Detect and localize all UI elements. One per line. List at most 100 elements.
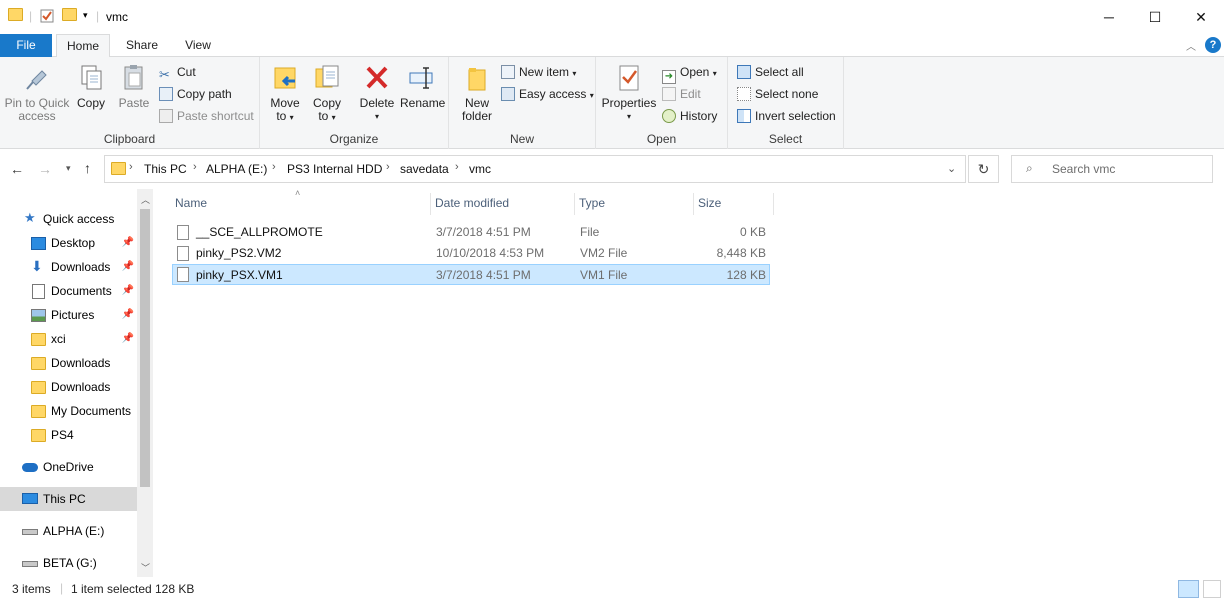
table-row[interactable]: __SCE_ALLPROMOTE 3/7/2018 4:51 PM File 0…	[172, 222, 770, 243]
rename-icon	[409, 67, 433, 89]
address-dropdown-chevron-icon[interactable]: ⌄	[947, 162, 956, 175]
nav-downloads-1[interactable]: Downloads	[0, 351, 137, 375]
chevron-down-icon: ▾	[626, 112, 631, 121]
window-title: vmc	[106, 10, 128, 24]
nav-beta-drive[interactable]: BETA (G:)	[0, 551, 137, 575]
open-button[interactable]: ➜ Open ▾	[662, 62, 717, 84]
nav-downloads-2[interactable]: Downloads	[0, 375, 137, 399]
column-header-name[interactable]: Name	[171, 193, 431, 215]
new-item-button[interactable]: New item ▾	[501, 62, 576, 82]
folder-icon	[111, 162, 126, 178]
table-row[interactable]: pinky_PS2.VM2 10/10/2018 4:53 PM VM2 Fil…	[172, 243, 770, 264]
copy-path-icon	[159, 87, 173, 101]
collapse-ribbon-chevron-icon[interactable]: ︿	[1186, 38, 1196, 53]
nav-this-pc[interactable]: This PC	[0, 487, 137, 511]
nav-quick-access[interactable]: ★ Quick access	[0, 207, 137, 231]
paste-shortcut-button[interactable]: Paste shortcut	[159, 106, 254, 126]
forward-arrow-icon[interactable]: →	[38, 161, 52, 177]
breadcrumb-ps3-internal-hdd[interactable]: PS3 Internal HDD	[287, 162, 382, 176]
help-button[interactable]: ?	[1205, 37, 1221, 53]
folder-icon	[31, 405, 46, 418]
pin-icon: 📌	[121, 237, 134, 248]
breadcrumb-alpha-drive[interactable]: ALPHA (E:)	[206, 162, 267, 176]
close-button[interactable]: ✕	[1178, 0, 1224, 34]
folder-icon	[31, 381, 46, 394]
select-none-button[interactable]: Select none	[737, 84, 818, 104]
nav-alpha-drive[interactable]: ALPHA (E:)	[0, 519, 137, 543]
nav-pictures[interactable]: Pictures 📌	[0, 303, 137, 327]
history-button[interactable]: History	[662, 106, 717, 126]
tab-file[interactable]: File	[0, 34, 52, 57]
search-input[interactable]: ⌕ Search vmc	[1011, 155, 1213, 183]
edit-button[interactable]: Edit	[662, 84, 701, 104]
scrollbar-thumb[interactable]	[140, 209, 150, 487]
select-all-button[interactable]: Select all	[737, 62, 804, 82]
copy-icon	[81, 65, 102, 90]
minimize-button[interactable]: ─	[1086, 0, 1132, 34]
nav-xci[interactable]: xci 📌	[0, 327, 137, 351]
easy-access-icon	[501, 87, 515, 101]
chevron-down-icon: ▾	[712, 69, 717, 78]
details-view-icon[interactable]	[1178, 580, 1199, 598]
recent-locations-chevron-icon[interactable]: ▾	[66, 163, 71, 174]
invert-selection-button[interactable]: Invert selection	[737, 106, 836, 126]
new-folder-button[interactable]: New folder	[457, 61, 497, 123]
refresh-button[interactable]: ↻	[968, 155, 999, 183]
rename-button[interactable]: Rename	[400, 61, 445, 110]
copy-button[interactable]: Copy	[72, 61, 110, 110]
pin-icon: 📌	[121, 309, 134, 320]
status-bar: 3 items | 1 item selected 128 KB	[0, 577, 1224, 601]
new-folder-quick-icon[interactable]	[62, 8, 77, 24]
tab-home[interactable]: Home	[56, 34, 110, 58]
nav-downloads-pinned[interactable]: ⬇ Downloads 📌	[0, 255, 137, 279]
breadcrumb-this-pc[interactable]: This PC	[144, 162, 187, 176]
new-group: New folder New item ▾ Easy access ▾ New	[449, 57, 596, 149]
large-icons-view-icon[interactable]	[1203, 580, 1221, 598]
paste-button[interactable]: Paste	[114, 61, 154, 110]
cut-button[interactable]: ✂ Cut	[159, 62, 196, 82]
tab-view[interactable]: View	[172, 34, 224, 57]
back-arrow-icon[interactable]: ←	[10, 161, 24, 177]
copy-to-button[interactable]: Copy to ▾	[310, 61, 344, 124]
copy-path-button[interactable]: Copy path	[159, 84, 232, 104]
properties-icon	[619, 65, 639, 91]
separator: |	[60, 581, 64, 595]
address-bar[interactable]: › This PC › ALPHA (E:) › PS3 Internal HD…	[104, 155, 966, 183]
up-arrow-icon[interactable]: ↑	[84, 160, 91, 176]
nav-scrollbar[interactable]: ︿ ﹀	[137, 189, 153, 577]
scroll-up-chevron-icon[interactable]: ︿	[141, 193, 150, 206]
breadcrumb-separator-icon: ›	[193, 161, 197, 173]
customize-quick-access-chevron-icon[interactable]: ▾	[83, 10, 88, 21]
nav-onedrive[interactable]: OneDrive	[0, 455, 137, 479]
breadcrumb-vmc[interactable]: vmc	[469, 162, 491, 176]
separator: |	[29, 9, 33, 23]
chevron-down-icon: ▾	[331, 113, 336, 122]
column-header-date[interactable]: Date modified	[431, 193, 575, 215]
clipboard-group: Pin to Quick access Copy Paste ✂ Cut Copy…	[0, 57, 260, 149]
properties-quick-icon[interactable]	[40, 9, 54, 26]
column-header-type[interactable]: Type	[575, 193, 694, 215]
move-to-icon	[274, 67, 296, 89]
scroll-down-chevron-icon[interactable]: ﹀	[141, 561, 150, 574]
nav-my-documents[interactable]: My Documents	[0, 399, 137, 423]
organize-group-label: Organize	[329, 132, 379, 146]
nav-desktop[interactable]: Desktop 📌	[0, 231, 137, 255]
nav-documents[interactable]: Documents 📌	[0, 279, 137, 303]
history-icon	[662, 109, 676, 123]
pin-to-quick-access-button[interactable]: Pin to Quick access	[4, 61, 70, 123]
breadcrumb-savedata[interactable]: savedata	[400, 162, 449, 176]
refresh-icon: ↻	[977, 160, 990, 177]
easy-access-button[interactable]: Easy access ▾	[501, 84, 594, 104]
nav-ps4[interactable]: PS4	[0, 423, 137, 447]
move-to-button[interactable]: Move to ▾	[268, 61, 302, 124]
tab-share[interactable]: Share	[118, 34, 166, 57]
open-icon: ➜	[662, 70, 676, 84]
delete-button[interactable]: Delete ▾	[358, 61, 396, 123]
properties-button[interactable]: Properties ▾	[600, 61, 658, 123]
invert-selection-icon	[737, 109, 751, 123]
selection-count: 1 item selected	[71, 582, 152, 596]
column-header-size[interactable]: Size	[694, 193, 774, 215]
maximize-button[interactable]: ☐	[1132, 0, 1178, 34]
table-row-selected[interactable]: pinky_PSX.VM1 3/7/2018 4:51 PM VM1 File …	[172, 264, 770, 285]
desktop-icon	[31, 237, 46, 250]
